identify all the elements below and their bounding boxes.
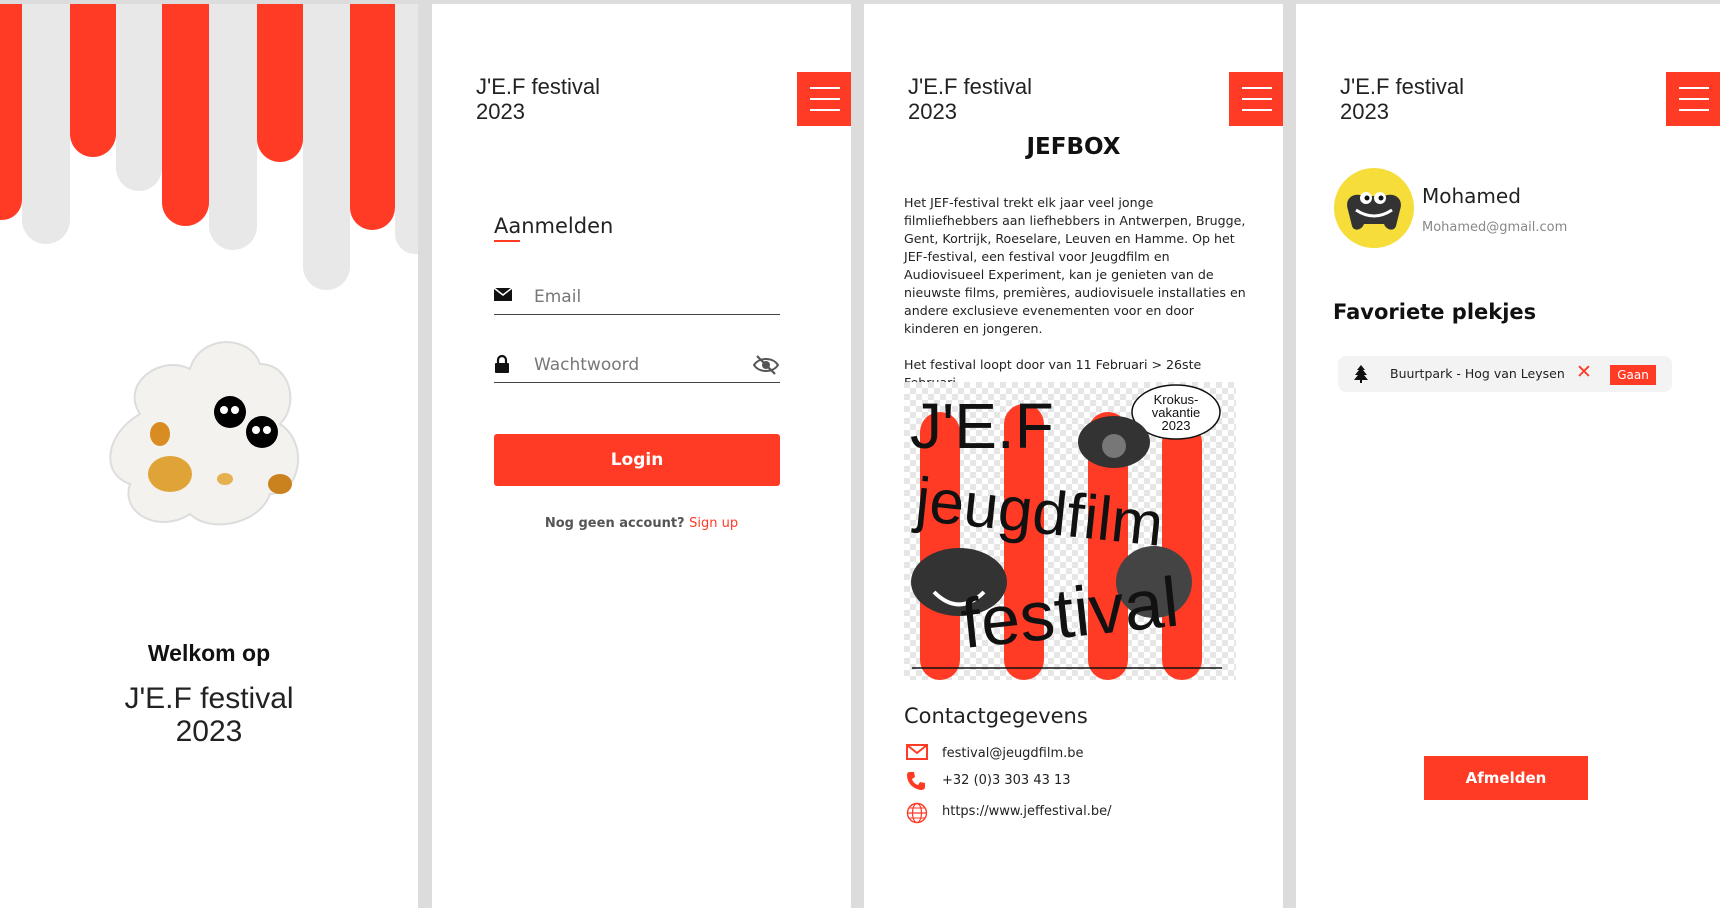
contact-phone[interactable]: +32 (0)3 303 43 13: [942, 773, 1071, 788]
favorite-name: Buurtpark - Hog van Leysen: [1390, 366, 1565, 381]
hamburger-menu-button[interactable]: [1229, 72, 1283, 126]
app-logo[interactable]: J'E.F festival 2023: [908, 74, 1032, 124]
jefbox-screen: J'E.F festival 2023 JEFBOX Het JEF-festi…: [864, 4, 1283, 908]
contact-email[interactable]: festival@jeugdfilm.be: [942, 746, 1084, 761]
title-underline: [494, 240, 520, 242]
lock-icon: [495, 354, 509, 373]
festival-poster-image: J'E.F Krokus- vakantie 2023 jeugdfilm fe…: [904, 382, 1236, 680]
welcome-logo: J'E.F festival 2023: [0, 682, 418, 748]
globe-icon: [906, 802, 928, 824]
welcome-screen: Welkom op J'E.F festival 2023: [0, 4, 418, 908]
welcome-logo-line2: 2023: [175, 715, 243, 748]
password-input[interactable]: [532, 354, 736, 376]
welcome-title: Welkom op: [147, 640, 271, 666]
page-title: JEFBOX: [1026, 134, 1121, 160]
logo-line2: 2023: [1340, 99, 1389, 124]
tree-icon: [1354, 365, 1368, 383]
app-logo[interactable]: J'E.F festival 2023: [1340, 74, 1464, 124]
logo-line1: J'E.F festival: [476, 74, 601, 99]
email-field[interactable]: [494, 280, 780, 315]
profile-screen: J'E.F festival 2023 Mohamed Mohamed@gmai…: [1296, 4, 1720, 908]
logo-line2: 2023: [908, 99, 957, 124]
profile-email: Mohamed@gmail.com: [1422, 220, 1568, 235]
go-button[interactable]: Gaan: [1610, 365, 1656, 385]
login-screen: J'E.F festival 2023 Aanmelden Login Nog …: [432, 4, 851, 908]
login-title: Aanmelden: [494, 214, 614, 238]
hamburger-menu-button[interactable]: [1666, 72, 1720, 126]
logo-line1: J'E.F festival: [908, 74, 1033, 99]
favorites-title: Favoriete plekjes: [1333, 300, 1537, 324]
phone-icon: [907, 772, 925, 790]
avatar[interactable]: [1334, 168, 1414, 248]
festival-description: Het JEF-festival trekt elk jaar veel jon…: [904, 194, 1249, 410]
email-input[interactable]: [532, 286, 736, 308]
remove-favorite-icon[interactable]: ✕: [1576, 361, 1592, 383]
welcome-logo-line1: J'E.F festival: [124, 682, 294, 715]
login-button[interactable]: Login: [494, 434, 780, 486]
contact-website[interactable]: https://www.jeffestival.be/: [942, 804, 1112, 819]
eye-off-icon[interactable]: [752, 354, 780, 376]
profile-name: Mohamed: [1422, 184, 1521, 208]
hamburger-icon: [1242, 87, 1272, 89]
contact-title: Contactgegevens: [904, 704, 1088, 728]
poster-logo: J'E.F: [910, 390, 1054, 462]
hamburger-icon: [810, 87, 840, 89]
mail-icon: [906, 744, 928, 760]
signup-prompt: Nog geen account? Sign up: [432, 516, 851, 531]
description-paragraph: Het JEF-festival trekt elk jaar veel jon…: [904, 195, 1246, 336]
hamburger-menu-button[interactable]: [797, 72, 851, 126]
app-logo[interactable]: J'E.F festival 2023: [476, 74, 600, 124]
popcorn-mascot-image: [109, 341, 299, 526]
no-account-text: Nog geen account?: [544, 516, 685, 531]
password-field[interactable]: [494, 348, 780, 383]
logo-line2: 2023: [476, 99, 525, 124]
envelope-icon: [494, 287, 512, 301]
gamepad-avatar-icon: [1347, 192, 1401, 230]
hamburger-icon: [1679, 87, 1709, 89]
logout-button[interactable]: Afmelden: [1424, 756, 1588, 800]
signup-link[interactable]: Sign up: [689, 516, 738, 531]
poster-badge-line3: 2023: [1162, 418, 1191, 433]
logo-line1: J'E.F festival: [1340, 74, 1465, 99]
favorite-item[interactable]: Buurtpark - Hog van Leysen ✕ Gaan: [1338, 356, 1672, 392]
